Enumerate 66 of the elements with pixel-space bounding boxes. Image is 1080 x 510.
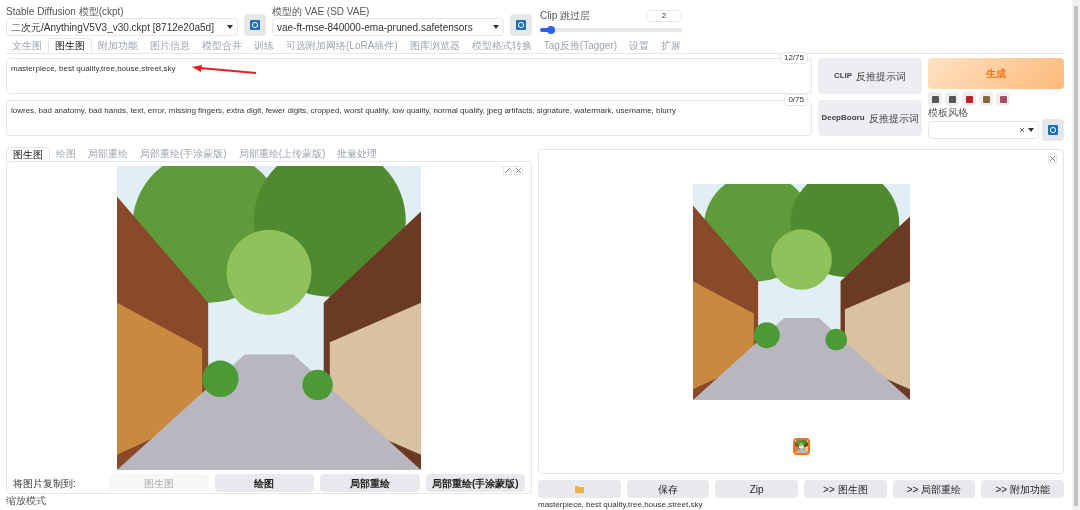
close-icon [1050,156,1055,161]
select-label: 模型的 VAE (SD VAE) [272,6,371,18]
close-icon [516,168,521,173]
copy-button[interactable]: 绘图 [214,474,314,492]
tab[interactable]: 训练 [248,38,280,53]
interrogate-button[interactable]: CLIP 反推提示词 [818,58,922,94]
pencil-icon [505,168,510,173]
slider-thumb[interactable] [547,26,556,34]
tab[interactable]: 局部重绘(手涂蒙版) [134,147,233,161]
tab[interactable]: 图库浏览器 [403,38,466,53]
tab[interactable]: Tag反推(Tagger) [537,38,624,53]
interrogate-button[interactable]: DeepBooru 反推提示词 [818,100,922,136]
folder-icon [574,485,584,493]
refresh-button[interactable] [510,14,532,36]
tab[interactable]: 局部重绘 [82,147,134,161]
copy-button[interactable]: 局部重绘(手涂蒙版) [425,474,525,492]
caret-icon [493,25,499,29]
output-button[interactable]: >> 图生图 [804,480,887,498]
tab[interactable]: 局部重绘(上传蒙版) [232,147,332,161]
tab[interactable]: 批量处理 [331,147,384,161]
refresh-icon [516,20,526,30]
tool-button[interactable] [996,92,1010,106]
output-button[interactable]: 保存 [626,480,710,498]
refresh-button[interactable] [244,14,266,36]
tab[interactable]: 文生图 [6,38,48,53]
tab[interactable]: 图生图 [6,147,50,161]
caret-icon [227,25,233,29]
output-button[interactable]: >> 附加功能 [981,480,1065,498]
tab[interactable]: 绘图 [50,147,82,161]
close-button[interactable] [1048,154,1057,163]
token-counter: 12/75 [779,52,808,64]
tool-button[interactable] [979,92,993,106]
generate-button[interactable]: 生成 [928,58,1064,89]
arrow-drawing [192,65,258,75]
tab[interactable]: 扩展 [655,38,688,53]
tool-button[interactable] [945,92,959,106]
number-field[interactable]: 2 [646,9,682,22]
tool-button[interactable] [962,92,976,106]
tab[interactable]: 模型合并 [196,38,248,53]
copy-button[interactable]: 局部重绘 [320,474,420,492]
tool-button[interactable] [928,92,942,106]
refresh-button[interactable] [1042,119,1064,141]
resize-mode-label: 缩放模式 [6,495,47,507]
output-caption: masterpiece, best quality,tree,house,street,sky [538,500,704,510]
edit-button[interactable] [503,166,512,175]
styles-label: 模板风格 [928,107,969,119]
close-button[interactable] [514,166,523,175]
token-counter: 0/75 [784,94,808,106]
tab[interactable]: 模型格式转换 [465,38,538,53]
thumbnail[interactable] [792,438,810,455]
refresh-icon [250,20,260,30]
tab[interactable]: 图生图 [48,38,92,53]
output-button[interactable]: Zip [715,480,798,498]
copy-to-label: 将图片复制到: [13,476,77,491]
tab[interactable]: 可选附加网络(LoRA插件) [280,38,404,53]
model-select[interactable]: 二次元/AnythingV5V3_v30.ckpt [8712e20a5d] [6,18,238,36]
clear-icon [1019,127,1025,133]
refresh-icon [1048,125,1058,135]
caret-icon [1028,128,1034,132]
slider-label: Clip 跳过层 [540,9,590,23]
tab[interactable]: 设置 [623,38,656,53]
model-select[interactable]: vae-ft-mse-840000-ema-pruned.safetensors [272,18,504,36]
output-button[interactable]: >> 局部重绘 [892,480,976,498]
tab[interactable]: 图片信息 [144,38,196,53]
tab[interactable]: 附加功能 [92,38,144,53]
select-label: Stable Diffusion 模型(ckpt) [6,6,125,18]
